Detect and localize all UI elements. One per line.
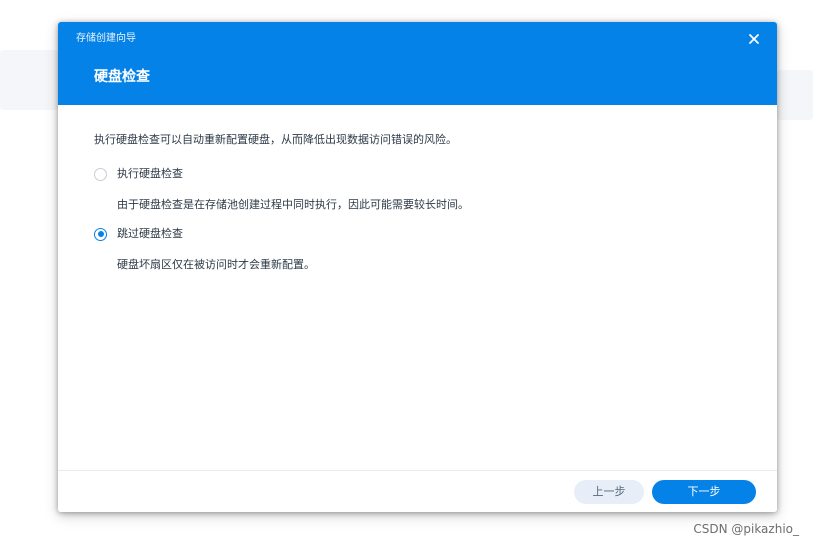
background-ghost-panel: [0, 50, 58, 110]
background-ghost-panel: [777, 70, 813, 120]
close-icon: [749, 34, 759, 44]
dialog-header: 存储创建向导 硬盘检查: [58, 22, 777, 105]
option-description-run-check: 由于硬盘检查是在存储池创建过程中同时执行，因此可能需要较长时间。: [117, 198, 469, 211]
previous-step-button[interactable]: 上一步: [574, 480, 644, 504]
dialog-body: 执行硬盘检查可以自动重新配置硬盘，从而降低出现数据访问错误的风险。 执行硬盘检查…: [58, 105, 777, 470]
radio-option-run-check[interactable]: 执行硬盘检查: [94, 166, 183, 182]
next-step-button[interactable]: 下一步: [652, 480, 756, 504]
storage-wizard-dialog: 存储创建向导 硬盘检查 执行硬盘检查可以自动重新配置硬盘，从而降低出现数据访问错…: [58, 22, 777, 512]
radio-button-skip-check[interactable]: [94, 227, 107, 241]
radio-option-skip-check[interactable]: 跳过硬盘检查: [94, 226, 183, 242]
wizard-title: 存储创建向导: [76, 33, 136, 44]
option-label-skip-check: 跳过硬盘检查: [117, 227, 183, 240]
intro-text: 执行硬盘检查可以自动重新配置硬盘，从而降低出现数据访问错误的风险。: [94, 133, 457, 146]
option-label-run-check: 执行硬盘检查: [117, 167, 183, 180]
dialog-footer: 上一步 下一步: [58, 470, 777, 512]
watermark: CSDN @pikazhio_: [693, 522, 799, 536]
close-button[interactable]: [745, 30, 763, 48]
option-description-skip-check: 硬盘坏扇区仅在被访问时才会重新配置。: [117, 258, 315, 271]
step-title: 硬盘检查: [94, 69, 150, 85]
radio-button-run-check[interactable]: [94, 167, 107, 181]
